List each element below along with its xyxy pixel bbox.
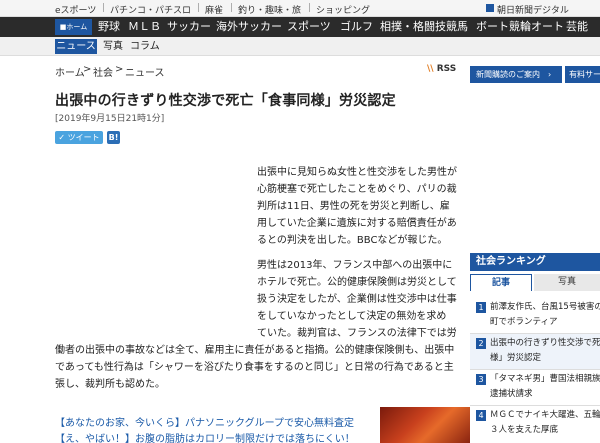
subscription-button[interactable]: 新聞購読のご案内 › — [470, 66, 562, 83]
topbar-link-esports[interactable]: eスポーツ — [55, 3, 96, 16]
paragraph-line: であっても性行為は「シャワーを浴びたり食事をするのと同じ」と日常の行為であると主 — [55, 362, 454, 373]
paragraph-line: 用していた企業に遺族に対する賠償責任があ — [257, 218, 457, 229]
breadcrumb-news: ニュース — [125, 68, 165, 79]
ranking-text-line: 前澤友作氏、台風15号被害の — [490, 302, 600, 312]
nav-item-mlb[interactable]: ＭＬＢ — [128, 17, 161, 37]
ranking-item[interactable]: 2 出張中の行きずり性交渉で死 様」労災認定 — [470, 334, 600, 370]
rss-link[interactable]: \\ RSS — [427, 64, 456, 74]
sub-nav: ニュース 写真 コラム — [0, 37, 600, 56]
ranking-number: 4 — [476, 410, 486, 421]
nav-home-label: ホーム — [66, 23, 88, 31]
ranking-item[interactable]: 4 ＭＧＣでナイキ大躍進、五輪 ３人を支えた厚底 — [470, 406, 600, 443]
nav-item-keiba[interactable]: 競馬 — [446, 17, 468, 37]
rss-label: RSS — [436, 64, 457, 74]
paragraph-line: 張し、裁判所も認めた。 — [55, 379, 165, 390]
ranking-text-line: ３人を支えた厚底 — [490, 425, 559, 435]
subnav-tab-column[interactable]: コラム — [130, 39, 160, 54]
top-utility-bar: eスポーツ | パチンコ・パチスロ | 麻雀 | 釣り・趣味・旅 | ショッピン… — [0, 0, 600, 17]
nav-item-sumo[interactable]: 相撲・格闘技 — [380, 17, 446, 37]
ranking-number: 2 — [476, 338, 486, 349]
topbar-link-hobby[interactable]: 釣り・趣味・旅 — [238, 3, 301, 16]
subnav-tab-photo[interactable]: 写真 — [103, 39, 123, 54]
nav-item-golf[interactable]: ゴルフ — [340, 17, 373, 37]
asahi-logo-icon — [486, 4, 494, 12]
ad-thumbnail-image[interactable] — [380, 407, 470, 443]
nav-home-tab[interactable]: ■ホーム — [55, 19, 92, 35]
nav-item-boat[interactable]: ボート競輪オート — [476, 17, 564, 37]
ranking-number: 1 — [476, 302, 486, 313]
paragraph-line: 働者の出張中の事故などは全て、雇用主に責任があると指摘。公的健康保険側も、出張中 — [55, 345, 455, 356]
tweet-label: ツイート — [67, 133, 100, 142]
nav-item-sports[interactable]: スポーツ — [287, 17, 331, 37]
ranking-tab-articles[interactable]: 記事 — [470, 274, 532, 291]
nav-item-geino[interactable]: 芸能 — [566, 17, 588, 37]
topbar-link-pachinko[interactable]: パチンコ・パチスロ — [110, 3, 191, 16]
topbar-link-asahi[interactable]: 朝日新聞デジタル — [497, 3, 569, 16]
tweet-button[interactable]: ✓ ツイート — [55, 131, 103, 144]
paragraph-line: 判所は11日、男性の死を労災と判断し、雇 — [257, 201, 450, 212]
ranking-number: 3 — [476, 374, 486, 385]
twitter-bird-icon: ✓ — [58, 133, 66, 142]
ranking-text-line: 様」労災認定 — [490, 353, 542, 363]
nav-item-soccer[interactable]: サッカー — [167, 17, 211, 37]
subnav-tab-news[interactable]: ニュース — [55, 39, 97, 54]
breadcrumb-home[interactable]: ホーム — [55, 64, 85, 79]
article-date: [2019年9月15日21時1分] — [55, 114, 165, 124]
ranking-tab-photos[interactable]: 写真 — [534, 274, 600, 291]
main-nav: ■ホーム 野球 ＭＬＢ サッカー 海外サッカー スポーツ ゴルフ 相撲・格闘技 … — [0, 17, 600, 37]
paragraph-line: 扱う決定をしたが、企業側は性交渉中は仕事 — [257, 294, 457, 305]
nav-item-intl-soccer[interactable]: 海外サッカー — [216, 17, 282, 37]
ranking-tabs: 記事 写真 — [470, 274, 600, 291]
hatena-bookmark-button[interactable]: B! — [107, 131, 120, 144]
ad-link-1[interactable]: 【あなたのお家、今いくら】パナソニックグループで安心無料査定 — [55, 414, 354, 429]
topbar-link-mahjong[interactable]: 麻雀 — [205, 3, 223, 16]
paragraph-line: ていた。裁判官は、フランスの法律下では労 — [257, 328, 457, 339]
ranking-item[interactable]: 3 「タマネギ男」曹国法相親族 逮捕状請求 — [470, 370, 600, 406]
topbar-link-shopping[interactable]: ショッピング — [316, 3, 370, 16]
ranking-text-line: 町でボランティア — [490, 317, 558, 327]
ranking-text-line: 逮捕状請求 — [490, 389, 533, 399]
paragraph-line: 男性は2013年、フランス中部への出張中に — [257, 260, 453, 271]
article-title: 出張中の行きずり性交渉で死亡「食事同様」労災認定 — [55, 93, 396, 109]
ranking-text-line: ＭＧＣでナイキ大躍進、五輪 — [490, 410, 600, 420]
ad-link-2[interactable]: 【え、やばい！】お腹の脂肪はカロリー制限だけでは落ちにくい！ — [55, 430, 355, 443]
paragraph-line: 出張中に見知らぬ女性と性交渉をした男性が — [257, 167, 457, 178]
ranking-text-line: 「タマネギ男」曹国法相親族 — [490, 374, 600, 384]
paragraph-line: るとの判決を出した。BBCなどが報じた。 — [257, 235, 448, 246]
paid-service-button[interactable]: 有料サービス — [565, 66, 600, 83]
breadcrumb-society[interactable]: 社会 — [93, 64, 113, 79]
rss-icon: \\ — [427, 64, 434, 74]
paragraph-line: をしていなかったとして決定の無効を求め — [257, 311, 447, 322]
nav-item-baseball[interactable]: 野球 — [98, 17, 120, 37]
ranking-header: 社会ランキング — [470, 253, 600, 271]
paragraph-line: 心筋梗塞で死亡したことをめぐり、パリの裁 — [257, 184, 457, 195]
ranking-text-line: 出張中の行きずり性交渉で死 — [490, 338, 600, 348]
paragraph-line: ホテルで死亡。公的健康保険側は労災として — [257, 277, 457, 288]
ranking-item[interactable]: 1 前澤友作氏、台風15号被害の 町でボランティア — [470, 298, 600, 334]
